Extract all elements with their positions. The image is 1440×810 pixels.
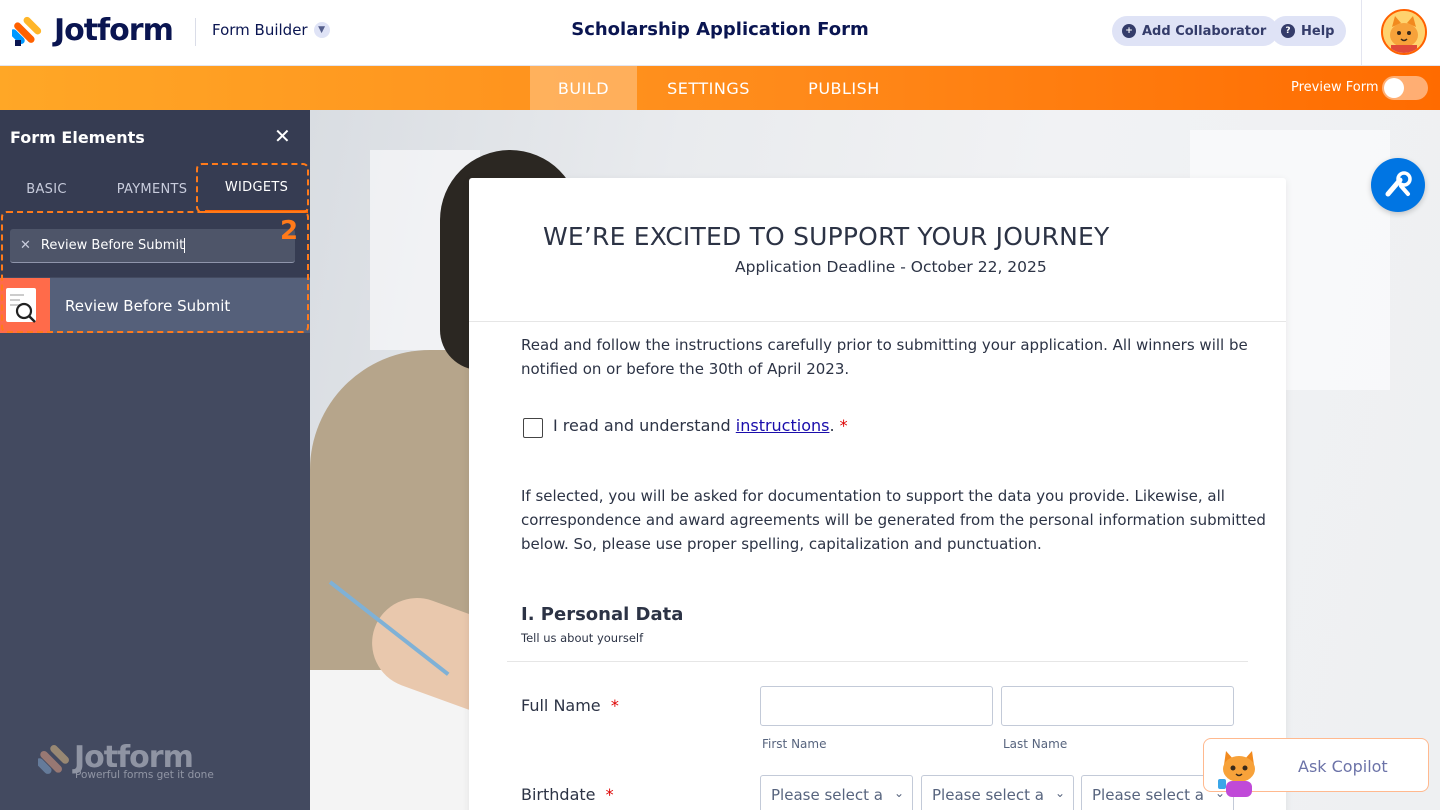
tab-settings[interactable]: SETTINGS — [650, 66, 767, 110]
form-heading[interactable]: WE’RE EXCITED TO SUPPORT YOUR JOURNEY — [543, 222, 1110, 251]
note-line: correspondence and award agreements will… — [521, 511, 1266, 529]
add-user-icon: + — [1122, 24, 1136, 38]
last-name-sublabel: Last Name — [1003, 737, 1068, 751]
full-name-label: Full Name * — [521, 696, 619, 715]
form-designer-button[interactable] — [1371, 158, 1425, 212]
divider — [507, 661, 1248, 662]
ask-copilot-label: Ask Copilot — [1298, 757, 1388, 776]
step-number: 2 — [280, 216, 299, 246]
add-collaborator-button[interactable]: + Add Collaborator — [1112, 16, 1279, 46]
note-line: below. So, please use proper spelling, c… — [521, 535, 1042, 553]
divider — [469, 321, 1286, 322]
help-button[interactable]: ? Help — [1271, 16, 1347, 46]
tab-publish[interactable]: PUBLISH — [790, 66, 898, 110]
divider — [1361, 0, 1362, 66]
instructions-link[interactable]: instructions — [736, 416, 830, 435]
watermark-tagline: Powerful forms get it done — [75, 769, 214, 781]
intro-line: notified on or before the 30th of April … — [521, 360, 850, 378]
preview-form-label: Preview Form — [1291, 80, 1379, 95]
required-mark: * — [605, 785, 614, 804]
intro-line: Read and follow the instructions careful… — [521, 336, 1248, 354]
avatar[interactable] — [1381, 9, 1427, 55]
select-placeholder: Please select a — [771, 786, 883, 804]
chevron-down-icon: ⌄ — [1051, 786, 1065, 800]
first-name-sublabel: First Name — [762, 737, 827, 751]
widgets-tab-highlight — [196, 163, 309, 213]
required-mark: * — [610, 696, 619, 715]
required-mark: * — [839, 416, 848, 435]
help-label: Help — [1301, 23, 1335, 39]
select-placeholder: Please select a — [932, 786, 1044, 804]
checkbox-label-suffix: . — [829, 416, 835, 435]
panel-header: Form Elements ✕ — [0, 110, 310, 165]
form-subheading[interactable]: Application Deadline - October 22, 2025 — [735, 258, 1047, 276]
section-title[interactable]: I. Personal Data — [521, 604, 683, 625]
birthdate-label-text: Birthdate — [521, 785, 596, 804]
preview-form-toggle[interactable] — [1382, 76, 1428, 100]
checkbox-label-text: I read and understand — [553, 416, 736, 435]
tab-payments[interactable]: PAYMENTS — [100, 165, 204, 213]
copilot-cat-icon — [1214, 747, 1264, 797]
instructions-checkbox[interactable] — [523, 418, 543, 438]
top-bar: Jotform Form Builder ▼ Scholarship Appli… — [0, 0, 1440, 66]
birth-month-select[interactable]: Please select a ⌄ — [760, 775, 913, 810]
main-nav: BUILD SETTINGS PUBLISH — [0, 66, 1440, 110]
last-name-input[interactable] — [1001, 686, 1234, 726]
select-placeholder: Please select a — [1092, 786, 1204, 804]
intro-paragraph[interactable]: Read and follow the instructions careful… — [521, 333, 1248, 381]
search-result-highlight — [1, 211, 309, 333]
ask-copilot-button[interactable]: Ask Copilot — [1203, 738, 1429, 797]
designer-wand-icon — [1385, 171, 1412, 197]
note-paragraph[interactable]: If selected, you will be asked for docum… — [521, 484, 1266, 556]
close-icon[interactable]: ✕ — [274, 124, 291, 148]
section-subtitle: Tell us about yourself — [521, 631, 644, 645]
panel-title: Form Elements — [10, 128, 145, 147]
birthdate-label: Birthdate * — [521, 785, 614, 804]
note-line: If selected, you will be asked for docum… — [521, 487, 1225, 505]
first-name-input[interactable] — [760, 686, 993, 726]
full-name-label-text: Full Name — [521, 696, 601, 715]
chevron-down-icon: ⌄ — [890, 786, 904, 800]
instructions-checkbox-label: I read and understand instructions. * — [553, 416, 848, 435]
add-collaborator-label: Add Collaborator — [1142, 23, 1267, 39]
sidebar-brand-watermark: Jotform Powerful forms get it done — [38, 740, 214, 781]
birth-day-select[interactable]: Please select a ⌄ — [921, 775, 1074, 810]
tab-basic[interactable]: BASIC — [0, 165, 93, 213]
toggle-knob — [1384, 78, 1404, 98]
tab-build[interactable]: BUILD — [530, 66, 637, 110]
help-icon: ? — [1281, 24, 1295, 38]
